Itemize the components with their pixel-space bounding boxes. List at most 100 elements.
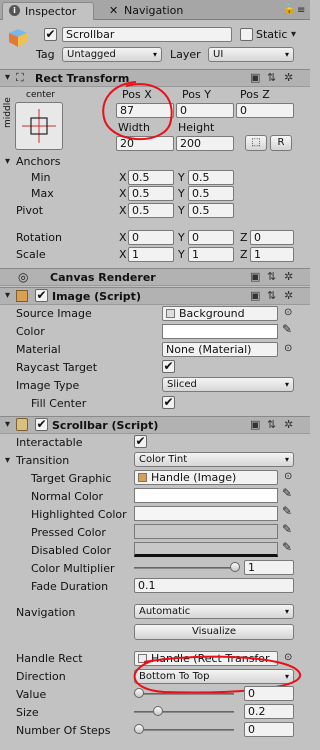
steps-field[interactable]: 0 bbox=[244, 722, 294, 737]
info-icon: i bbox=[9, 5, 20, 16]
active-checkbox[interactable]: ✔ bbox=[44, 28, 57, 41]
anchors-foldout-icon[interactable]: ▾ bbox=[5, 156, 10, 167]
anchor-preset-button[interactable] bbox=[15, 102, 63, 150]
color-multiplier-track[interactable] bbox=[134, 567, 234, 569]
posy-field[interactable]: 0 bbox=[176, 103, 234, 118]
raw-edit-button[interactable]: R bbox=[270, 135, 292, 151]
layer-label: Layer bbox=[170, 48, 201, 61]
preset-icon[interactable]: ⇅ bbox=[267, 289, 276, 302]
navigation-dropdown[interactable]: Automatic ▾ bbox=[134, 604, 294, 619]
value-label: Value bbox=[16, 688, 47, 701]
object-picker-icon[interactable]: ⊙ bbox=[284, 307, 292, 318]
size-slider-handle[interactable] bbox=[153, 706, 163, 716]
sprite-icon bbox=[166, 309, 175, 318]
tab-inspector[interactable]: i Inspector bbox=[2, 2, 94, 20]
reference-icon[interactable]: ▣ bbox=[250, 418, 260, 431]
tag-dropdown[interactable]: Untagged ▾ bbox=[62, 47, 162, 62]
max-label: Max bbox=[31, 187, 54, 200]
preset-icon[interactable]: ⇅ bbox=[267, 71, 276, 84]
max-x-letter: X bbox=[119, 187, 127, 200]
gear-icon[interactable]: ✲ bbox=[284, 270, 293, 283]
lock-icon[interactable]: 🔒 bbox=[283, 4, 295, 15]
eyedropper-icon[interactable]: ✎ bbox=[282, 322, 292, 336]
foldout-arrow-icon[interactable]: ▾ bbox=[5, 72, 10, 83]
tab-navigation[interactable]: ✕ Navigation bbox=[97, 2, 197, 20]
color-multiplier-field[interactable]: 1 bbox=[244, 560, 294, 575]
image-color-swatch[interactable] bbox=[162, 324, 278, 339]
value-field[interactable]: 0 bbox=[244, 686, 294, 701]
fade-duration-field[interactable]: 0.1 bbox=[134, 578, 294, 593]
eyedropper-icon[interactable]: ✎ bbox=[282, 486, 292, 500]
static-dropdown-arrow[interactable]: ▾ bbox=[291, 29, 296, 40]
color-multiplier-handle[interactable] bbox=[230, 562, 240, 572]
source-image-field[interactable]: Background bbox=[162, 306, 278, 321]
posz-field[interactable]: 0 bbox=[236, 103, 294, 118]
max-x-field[interactable]: 0.5 bbox=[128, 186, 174, 201]
gear-icon[interactable]: ✲ bbox=[284, 289, 293, 302]
reference-icon[interactable]: ▣ bbox=[250, 71, 260, 84]
interactable-checkbox[interactable]: ✔ bbox=[134, 435, 147, 448]
name-field[interactable]: Scrollbar bbox=[62, 27, 232, 42]
eyedropper-icon[interactable]: ✎ bbox=[282, 504, 292, 518]
image-type-dropdown[interactable]: Sliced ▾ bbox=[162, 377, 294, 392]
height-field[interactable]: 200 bbox=[176, 136, 234, 151]
min-y-field[interactable]: 0.5 bbox=[188, 170, 234, 185]
eyedropper-icon[interactable]: ✎ bbox=[282, 522, 292, 536]
tag-label: Tag bbox=[36, 48, 55, 61]
preset-icon[interactable]: ⇅ bbox=[267, 418, 276, 431]
raycast-checkbox[interactable]: ✔ bbox=[162, 360, 175, 373]
pivot-x-field[interactable]: 0.5 bbox=[128, 203, 174, 218]
rot-y-field[interactable]: 0 bbox=[188, 230, 234, 245]
size-slider-track[interactable] bbox=[134, 711, 234, 713]
highlighted-color-swatch[interactable] bbox=[134, 506, 278, 521]
pressed-color-swatch[interactable] bbox=[134, 524, 278, 539]
rot-x-field[interactable]: 0 bbox=[128, 230, 174, 245]
image-type-label: Image Type bbox=[16, 379, 80, 392]
steps-slider-track[interactable] bbox=[134, 729, 234, 731]
min-x-field[interactable]: 0.5 bbox=[128, 170, 174, 185]
tab-navigation-label: Navigation bbox=[124, 4, 184, 17]
color-label: Color bbox=[16, 325, 45, 338]
object-picker-icon[interactable]: ⊙ bbox=[284, 343, 292, 354]
image-component-icon bbox=[138, 473, 147, 482]
max-y-field[interactable]: 0.5 bbox=[188, 186, 234, 201]
size-field[interactable]: 0.2 bbox=[244, 704, 294, 719]
color-multiplier-label: Color Multiplier bbox=[31, 562, 115, 575]
image-enabled-checkbox[interactable]: ✔ bbox=[35, 289, 48, 302]
material-field[interactable]: None (Material) bbox=[162, 342, 278, 357]
preset-icon[interactable]: ⇅ bbox=[267, 270, 276, 283]
static-checkbox[interactable] bbox=[240, 28, 253, 41]
scrollbar-enabled-checkbox[interactable]: ✔ bbox=[35, 418, 48, 431]
transition-foldout-icon[interactable]: ▾ bbox=[5, 455, 10, 466]
blueprint-button[interactable]: ⬚ bbox=[245, 135, 267, 151]
scale-y-field[interactable]: 1 bbox=[188, 247, 234, 262]
eyedropper-icon[interactable]: ✎ bbox=[282, 540, 292, 554]
disabled-color-swatch[interactable] bbox=[134, 542, 278, 557]
object-picker-icon[interactable]: ⊙ bbox=[284, 471, 292, 482]
value-slider-track[interactable] bbox=[134, 693, 234, 695]
layer-value: UI bbox=[213, 49, 224, 60]
scale-z-field[interactable]: 1 bbox=[250, 247, 294, 262]
layer-dropdown[interactable]: UI ▾ bbox=[208, 47, 294, 62]
visualize-button[interactable]: Visualize bbox=[134, 624, 294, 640]
reference-icon[interactable]: ▣ bbox=[250, 270, 260, 283]
pivot-y-field[interactable]: 0.5 bbox=[188, 203, 234, 218]
gear-icon[interactable]: ✲ bbox=[284, 418, 293, 431]
steps-slider-handle[interactable] bbox=[134, 724, 144, 734]
source-image-value: Background bbox=[179, 307, 245, 320]
material-label: Material bbox=[16, 343, 61, 356]
rot-z-field[interactable]: 0 bbox=[250, 230, 294, 245]
scale-x-field[interactable]: 1 bbox=[128, 247, 174, 262]
foldout-arrow-icon[interactable]: ▾ bbox=[5, 419, 10, 430]
menu-icon[interactable]: ≡ bbox=[297, 5, 305, 16]
fill-center-label: Fill Center bbox=[31, 397, 87, 410]
reference-icon[interactable]: ▣ bbox=[250, 289, 260, 302]
fill-center-checkbox[interactable]: ✔ bbox=[162, 396, 175, 409]
foldout-arrow-icon[interactable]: ▾ bbox=[5, 290, 10, 301]
canvas-renderer-icon: ◎ bbox=[18, 270, 29, 284]
normal-color-swatch[interactable] bbox=[134, 488, 278, 503]
target-graphic-field[interactable]: Handle (Image) bbox=[134, 470, 278, 485]
transition-dropdown[interactable]: Color Tint ▾ bbox=[134, 452, 294, 467]
value-slider-handle[interactable] bbox=[134, 688, 144, 698]
gear-icon[interactable]: ✲ bbox=[284, 71, 293, 84]
